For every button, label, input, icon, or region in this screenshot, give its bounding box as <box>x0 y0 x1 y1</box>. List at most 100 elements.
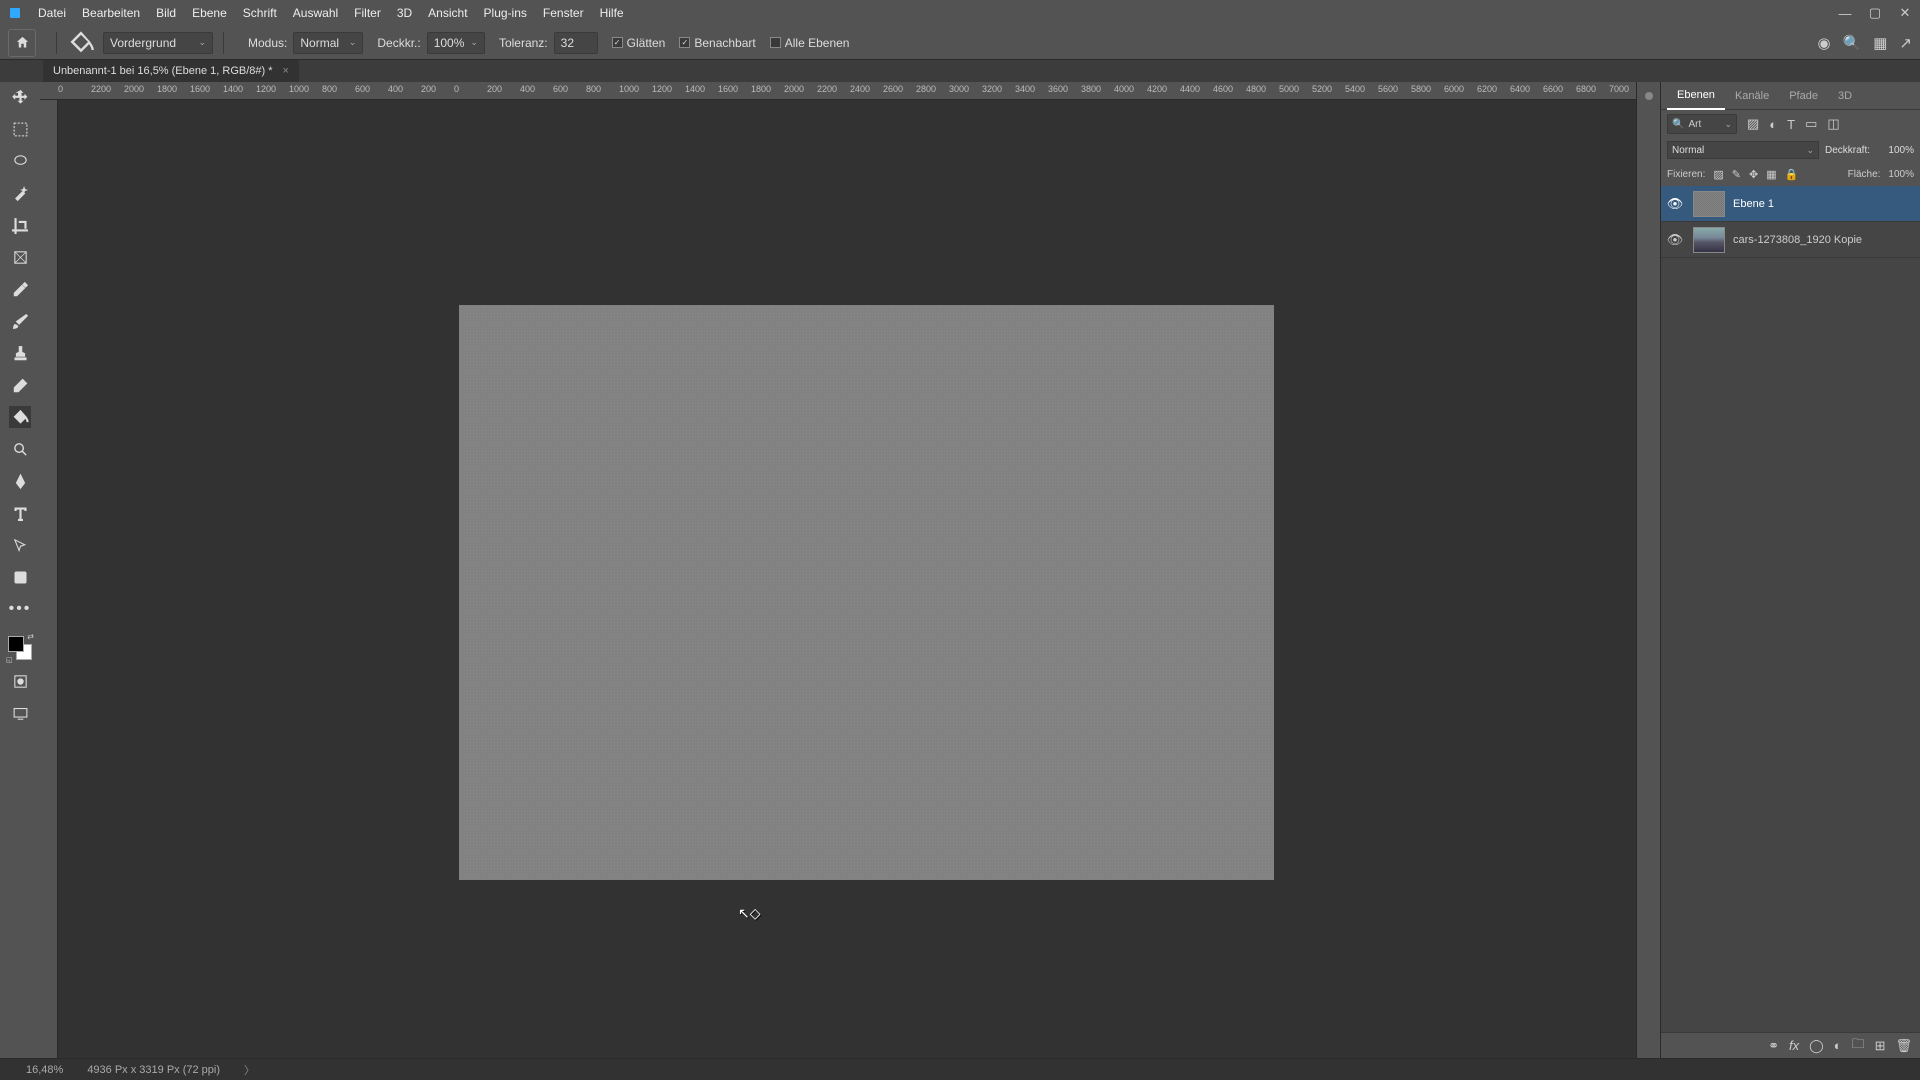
panel-tab-pfade[interactable]: Pfade <box>1779 82 1828 110</box>
lock-position-icon[interactable]: ✥ <box>1749 168 1758 181</box>
delete-layer-icon[interactable]: 🗑 <box>1895 1038 1912 1054</box>
menu-auswahl[interactable]: Auswahl <box>285 6 346 20</box>
fill-value[interactable]: 100% <box>1888 169 1914 180</box>
brush-tool[interactable] <box>9 310 31 332</box>
document-canvas[interactable] <box>459 305 1274 880</box>
layer-name[interactable]: cars-1273808_1920 Kopie <box>1733 234 1862 246</box>
lock-all-icon[interactable]: 🔒 <box>1785 168 1799 181</box>
dodge-tool[interactable] <box>9 438 31 460</box>
menu-ansicht[interactable]: Ansicht <box>420 6 475 20</box>
layer-fx-icon[interactable]: fx <box>1789 1038 1799 1053</box>
layer-thumbnail[interactable] <box>1693 191 1725 217</box>
fill-source-dropdown[interactable]: Vordergrund⌄ <box>103 32 213 54</box>
menu-hilfe[interactable]: Hilfe <box>592 6 632 20</box>
layer-group-icon[interactable]: 🗀 <box>1852 1035 1865 1057</box>
layer-row[interactable]: 👁 Ebene 1 <box>1661 186 1920 222</box>
cloud-icon[interactable]: ◉ <box>1817 34 1830 52</box>
layers-panel: EbenenKanälePfade3D 🔍 Art⌄ ▨ ◐ T ▭ ◫ Nor… <box>1660 82 1920 1058</box>
move-tool[interactable] <box>9 86 31 108</box>
menu-plug-ins[interactable]: Plug-ins <box>476 6 535 20</box>
maximize-button[interactable]: ▢ <box>1860 5 1890 21</box>
filter-smart-icon[interactable]: ◫ <box>1827 116 1839 132</box>
document-tab[interactable]: Unbenannt-1 bei 16,5% (Ebene 1, RGB/8#) … <box>43 60 299 82</box>
antialias-label: Glätten <box>627 36 666 50</box>
collapsed-panel-strip[interactable] <box>1636 82 1660 1058</box>
wand-tool[interactable] <box>9 182 31 204</box>
adjustment-layer-icon[interactable]: ◐ <box>1834 1038 1842 1053</box>
status-more-icon[interactable]: 〉 <box>244 1062 255 1078</box>
search-icon[interactable]: 🔍 <box>1843 34 1862 52</box>
layer-name[interactable]: Ebene 1 <box>1733 198 1774 210</box>
link-layers-icon[interactable]: ⚭ <box>1768 1038 1779 1054</box>
tool-icon-bucket[interactable] <box>67 29 95 57</box>
layer-opacity-value[interactable]: 100% <box>1876 145 1914 156</box>
share-icon[interactable]: ↗ <box>1899 34 1912 52</box>
layer-thumbnail[interactable] <box>1693 227 1725 253</box>
path-select-tool[interactable] <box>9 534 31 556</box>
menu-schrift[interactable]: Schrift <box>235 6 285 20</box>
opacity-dropdown[interactable]: 100%⌄ <box>427 32 485 54</box>
frame-tool[interactable] <box>9 246 31 268</box>
layer-row[interactable]: 👁 cars-1273808_1920 Kopie <box>1661 222 1920 258</box>
layer-mask-icon[interactable]: ◯ <box>1809 1038 1824 1054</box>
close-tab-icon[interactable]: × <box>283 65 289 77</box>
menu-bild[interactable]: Bild <box>148 6 184 20</box>
mode-dropdown[interactable]: Normal⌄ <box>293 32 363 54</box>
close-button[interactable]: ✕ <box>1890 5 1920 21</box>
type-tool[interactable] <box>9 502 31 524</box>
menu-fenster[interactable]: Fenster <box>535 6 592 20</box>
layers-footer: ⚭ fx ◯ ◐ 🗀 ⊞ 🗑 <box>1661 1032 1920 1058</box>
lasso-tool[interactable] <box>9 150 31 172</box>
quickmask-tool[interactable] <box>9 670 31 692</box>
contiguous-checkbox[interactable]: ✓Benachbart <box>679 36 755 50</box>
stamp-tool[interactable] <box>9 342 31 364</box>
all-layers-checkbox[interactable]: Alle Ebenen <box>770 36 850 50</box>
blend-mode-dropdown[interactable]: Normal⌄ <box>1667 141 1819 159</box>
all-layers-label: Alle Ebenen <box>785 36 850 50</box>
layer-visibility-icon[interactable]: 👁 <box>1665 232 1685 248</box>
lock-artboard-icon[interactable]: ▦ <box>1766 168 1776 181</box>
tolerance-field[interactable]: 32 <box>554 32 598 54</box>
eyedropper-tool[interactable] <box>9 278 31 300</box>
filter-pixel-icon[interactable]: ▨ <box>1747 116 1759 132</box>
document-tab-row: Unbenannt-1 bei 16,5% (Ebene 1, RGB/8#) … <box>0 60 1920 82</box>
crop-tool[interactable] <box>9 214 31 236</box>
menu-3d[interactable]: 3D <box>389 6 420 20</box>
minimize-button[interactable]: — <box>1830 6 1860 21</box>
menu-bar: DateiBearbeitenBildEbeneSchriftAuswahlFi… <box>0 0 1920 26</box>
lock-brush-icon[interactable]: ✎ <box>1732 168 1741 181</box>
more-tools[interactable]: ••• <box>9 598 31 620</box>
tolerance-value: 32 <box>561 36 574 50</box>
menu-bearbeiten[interactable]: Bearbeiten <box>74 6 148 20</box>
zoom-level[interactable]: 16,48% <box>26 1064 63 1076</box>
lock-pixels-icon[interactable]: ▨ <box>1713 168 1723 181</box>
bucket-tool[interactable] <box>9 406 31 428</box>
antialias-checkbox[interactable]: ✓Glätten <box>612 36 666 50</box>
foreground-color[interactable] <box>8 636 24 652</box>
home-button[interactable] <box>8 29 36 57</box>
panel-tab-kanäle[interactable]: Kanäle <box>1725 82 1779 110</box>
panel-tab-ebenen[interactable]: Ebenen <box>1667 82 1725 110</box>
menu-ebene[interactable]: Ebene <box>184 6 235 20</box>
shape-tool[interactable] <box>9 566 31 588</box>
filter-adjust-icon[interactable]: ◐ <box>1769 117 1777 132</box>
filter-type-icon[interactable]: T <box>1787 117 1795 132</box>
panel-tab-3d[interactable]: 3D <box>1828 82 1862 110</box>
filter-shape-icon[interactable]: ▭ <box>1805 116 1817 132</box>
color-swatch[interactable]: ⇄ ◱ <box>8 636 32 660</box>
layer-filter-dropdown[interactable]: 🔍 Art⌄ <box>1667 114 1737 134</box>
menu-datei[interactable]: Datei <box>30 6 74 20</box>
layer-visibility-icon[interactable]: 👁 <box>1665 196 1685 212</box>
eraser-tool[interactable] <box>9 374 31 396</box>
document-viewport[interactable]: ↖◇ <box>58 100 1636 1058</box>
pen-tool[interactable] <box>9 470 31 492</box>
opacity-value: 100% <box>434 36 465 50</box>
new-layer-icon[interactable]: ⊞ <box>1875 1038 1886 1054</box>
marquee-tool[interactable] <box>9 118 31 140</box>
arrange-icon[interactable]: ▦ <box>1873 34 1887 52</box>
screenmode-tool[interactable] <box>9 702 31 724</box>
layers-list: 👁 Ebene 1 👁 cars-1273808_1920 Kopie <box>1661 186 1920 1032</box>
tolerance-label: Toleranz: <box>499 36 548 50</box>
menu-filter[interactable]: Filter <box>346 6 389 20</box>
fill-label: Fläche: <box>1848 169 1881 180</box>
